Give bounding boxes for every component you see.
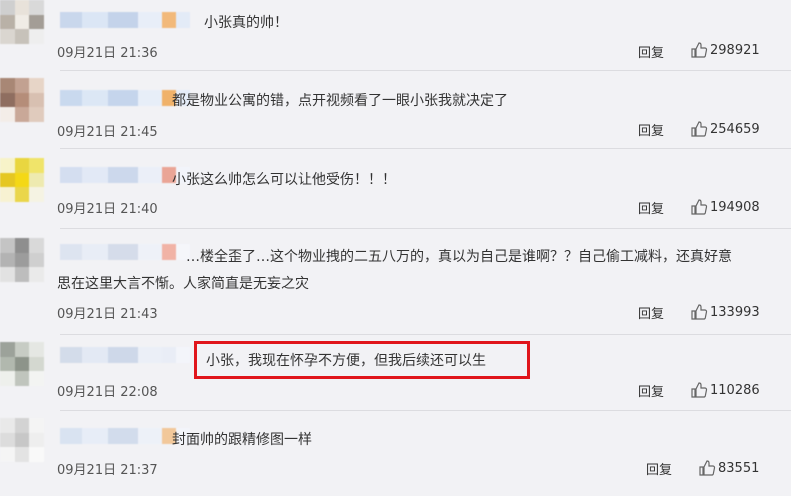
reply-button[interactable]: 回复: [638, 42, 664, 61]
reply-button[interactable]: 回复: [646, 459, 672, 478]
divider: [60, 70, 791, 71]
comment-time: 09月21日 21:45: [57, 125, 158, 140]
thumbs-up-icon: [691, 382, 708, 398]
username-blurred[interactable]: [60, 347, 190, 363]
thumbs-up-icon: [691, 42, 708, 58]
divider: [60, 410, 791, 411]
thumbs-up-icon: [691, 199, 708, 215]
avatar[interactable]: [0, 342, 44, 386]
comment-time: 09月21日 21:37: [57, 463, 158, 478]
like-button[interactable]: 83551: [698, 459, 759, 477]
like-button[interactable]: 133993: [690, 303, 760, 321]
thumbs-up-icon: [699, 460, 716, 476]
comment-text: 小张这么帅怎么可以让他受伤！！！: [172, 172, 396, 188]
like-count: 83551: [718, 460, 760, 476]
username-blurred[interactable]: [60, 12, 190, 28]
username-blurred[interactable]: [60, 167, 190, 183]
divider: [60, 228, 791, 229]
like-button[interactable]: 254659: [690, 120, 760, 138]
avatar[interactable]: [0, 238, 44, 282]
like-count: 133993: [710, 304, 760, 320]
divider: [60, 148, 791, 149]
avatar[interactable]: [0, 0, 44, 44]
like-button[interactable]: 298921: [690, 41, 760, 59]
like-count: 298921: [710, 42, 760, 58]
username-blurred[interactable]: [60, 90, 190, 106]
like-count: 110286: [710, 382, 760, 398]
avatar[interactable]: [0, 78, 44, 122]
reply-button[interactable]: 回复: [638, 120, 664, 139]
reply-button[interactable]: 回复: [638, 303, 664, 322]
thumbs-up-icon: [691, 304, 708, 320]
avatar[interactable]: [0, 158, 44, 202]
reply-button[interactable]: 回复: [638, 198, 664, 217]
comment-text: 封面帅的跟精修图一样: [172, 432, 312, 448]
like-count: 254659: [710, 121, 760, 137]
comment-time: 09月21日 22:08: [57, 385, 158, 400]
like-count: 194908: [710, 199, 760, 215]
comment-time: 09月21日 21:43: [57, 307, 158, 322]
username-blurred[interactable]: [60, 244, 190, 260]
comment-text: 小张真的帅！: [204, 15, 288, 31]
thumbs-up-icon: [691, 121, 708, 137]
comment-time: 09月21日 21:40: [57, 202, 158, 217]
comment-text: 都是物业公寓的错，点开视频看了一眼小张我就决定了: [172, 93, 508, 109]
avatar[interactable]: [0, 418, 44, 462]
comment-time: 09月21日 21:36: [57, 46, 158, 61]
comment-text-continued: 思在这里大言不惭。人家简直是无妄之灾: [57, 276, 309, 292]
reply-button[interactable]: 回复: [638, 381, 664, 400]
divider: [60, 334, 791, 335]
like-button[interactable]: 110286: [690, 381, 760, 399]
red-highlight-box: [194, 341, 530, 379]
comment-text: …楼全歪了…这个物业拽的二五八万的，真以为自己是谁啊？？自己偷工减料，还真好意: [186, 249, 732, 265]
username-blurred[interactable]: [60, 428, 190, 444]
like-button[interactable]: 194908: [690, 198, 760, 216]
